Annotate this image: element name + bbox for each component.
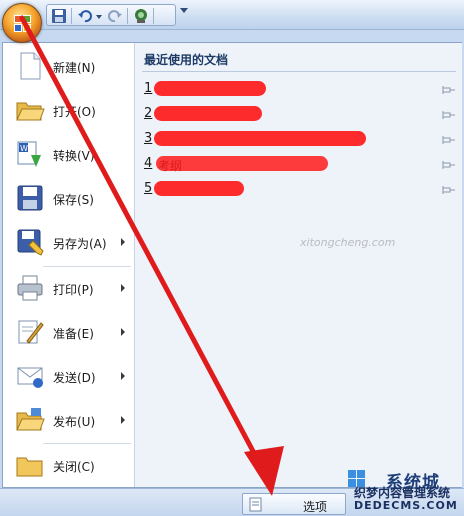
prepare-icon xyxy=(15,317,45,347)
menu-item-convert[interactable]: W 转换(V) xyxy=(7,133,133,177)
recent-document-item[interactable]: 1 xyxy=(142,79,458,101)
menu-item-close[interactable]: 关闭(C) xyxy=(7,444,133,488)
menu-item-send[interactable]: 发送(D) xyxy=(7,355,133,399)
office-button[interactable] xyxy=(2,3,42,43)
menu-item-label: 准备(E) xyxy=(53,327,94,341)
menu-item-publish[interactable]: 发布(U) xyxy=(7,399,133,443)
publish-icon xyxy=(15,405,45,435)
menu-item-label: 打开(O) xyxy=(53,105,96,119)
recent-document-number: 3 xyxy=(144,131,153,146)
svg-text:W: W xyxy=(20,144,28,153)
menu-item-print[interactable]: 打印(P) xyxy=(7,267,133,311)
pin-icon[interactable] xyxy=(442,109,456,119)
pin-icon[interactable] xyxy=(442,184,456,194)
undo-icon[interactable] xyxy=(77,8,93,24)
menu-item-prepare[interactable]: 准备(E) xyxy=(7,311,133,355)
options-icon xyxy=(249,497,263,512)
menu-item-label: 转换(V) xyxy=(53,149,95,163)
command-list: 新建(N) 打开(O) W 转换(V) 保存(S) 另存为(A) 打印(P) 准… xyxy=(3,43,135,487)
pin-icon[interactable] xyxy=(442,134,456,144)
save-icon[interactable] xyxy=(51,8,67,24)
word-options-button[interactable]: 选项 xyxy=(242,493,346,515)
submenu-arrow-icon xyxy=(121,416,125,424)
watermark-logo: 系统城 织梦内容管理系统 DEDECMS.COM xyxy=(346,468,464,516)
submenu-arrow-icon xyxy=(121,238,125,246)
qat-separator xyxy=(153,8,154,24)
convert-icon: W xyxy=(15,139,45,169)
undo-dropdown-icon[interactable] xyxy=(95,8,103,24)
menu-item-label: 发送(D) xyxy=(53,371,96,385)
qat-separator xyxy=(71,8,72,24)
watermark-site: xitongcheng.com xyxy=(300,236,396,249)
print-preview-icon[interactable] xyxy=(133,8,149,24)
submenu-arrow-icon xyxy=(121,284,125,292)
office-logo-icon xyxy=(14,15,32,33)
recent-document-number: 1 xyxy=(144,81,153,96)
close-folder-icon xyxy=(15,450,45,480)
office-menu: 新建(N) 打开(O) W 转换(V) 保存(S) 另存为(A) 打印(P) 准… xyxy=(2,42,462,488)
recent-document-number: 2 xyxy=(144,106,153,121)
title-bar xyxy=(0,0,464,30)
recent-document-item[interactable]: 3 xyxy=(142,129,458,151)
menu-item-save[interactable]: 保存(S) xyxy=(7,177,133,221)
save-as-icon xyxy=(15,227,45,257)
recent-document-number: 5 xyxy=(144,181,153,196)
recent-document-item[interactable]: 4 考纲 xyxy=(142,154,458,176)
open-folder-icon xyxy=(15,95,45,125)
save-disk-icon xyxy=(15,183,45,213)
recent-divider xyxy=(142,71,456,72)
recent-document-item[interactable]: 2 xyxy=(142,104,458,126)
menu-item-label: 打印(P) xyxy=(53,283,94,297)
pin-icon[interactable] xyxy=(442,159,456,169)
qat-separator xyxy=(127,8,128,24)
menu-item-label: 新建(N) xyxy=(53,61,96,75)
redaction-mark xyxy=(156,156,328,171)
watermark-brand-line2: DEDECMS.COM xyxy=(354,499,458,512)
menu-item-label: 发布(U) xyxy=(53,415,96,429)
quick-access-toolbar xyxy=(46,4,176,26)
pin-icon[interactable] xyxy=(442,84,456,94)
redaction-mark xyxy=(154,181,244,196)
new-document-icon xyxy=(15,51,45,81)
menu-item-label: 保存(S) xyxy=(53,193,94,207)
menu-item-open[interactable]: 打开(O) xyxy=(7,89,133,133)
redaction-mark xyxy=(154,106,262,121)
send-icon xyxy=(15,361,45,391)
recent-document-item[interactable]: 5 xyxy=(142,179,458,201)
submenu-arrow-icon xyxy=(121,372,125,380)
submenu-arrow-icon xyxy=(121,328,125,336)
menu-item-save-as[interactable]: 另存为(A) xyxy=(7,221,133,265)
recent-documents-pane: 最近使用的文档 1 2 3 4 考纲 5 xyxy=(136,43,462,487)
redaction-mark xyxy=(154,81,266,96)
menu-item-label: 另存为(A) xyxy=(53,237,107,251)
recent-document-number: 4 xyxy=(144,156,153,171)
redaction-mark xyxy=(154,131,366,146)
menu-item-label: 关闭(C) xyxy=(53,460,95,474)
printer-icon xyxy=(15,273,45,303)
redo-icon[interactable] xyxy=(107,8,123,24)
menu-item-new[interactable]: 新建(N) xyxy=(7,45,133,89)
options-label: 选项 xyxy=(303,500,328,514)
customize-qat-icon[interactable] xyxy=(180,8,188,13)
recent-documents-title: 最近使用的文档 xyxy=(144,53,229,67)
